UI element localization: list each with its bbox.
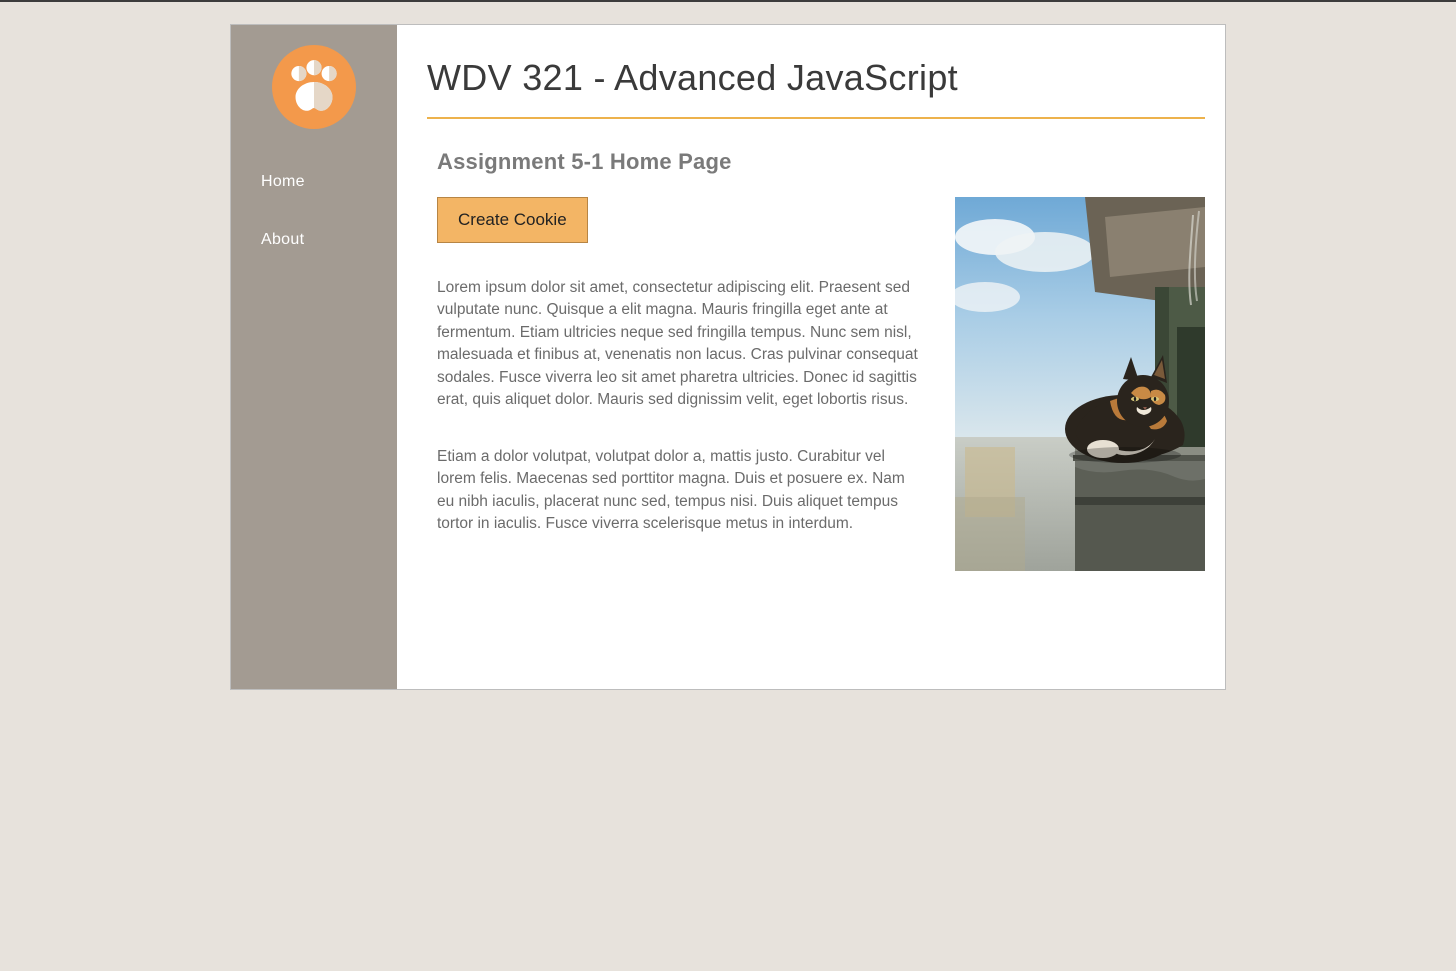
main-content: WDV 321 - Advanced JavaScript Assignment…: [397, 25, 1225, 689]
create-cookie-button[interactable]: Create Cookie: [437, 197, 588, 243]
paragraph-2: Etiam a dolor volutpat, volutpat dolor a…: [437, 446, 925, 536]
content-area: Assignment 5-1 Home Page Create Cookie L…: [427, 149, 1205, 571]
page-container: Home About WDV 321 - Advanced JavaScript…: [230, 24, 1226, 690]
logo-wrap: [231, 45, 397, 153]
cat-photo: [955, 197, 1205, 571]
top-strip: [0, 0, 1456, 2]
sidebar-item-label: Home: [261, 173, 305, 190]
two-column-layout: Create Cookie Lorem ipsum dolor sit amet…: [437, 197, 1205, 571]
image-column: [955, 197, 1205, 571]
sidebar: Home About: [231, 25, 397, 689]
title-divider: [427, 117, 1205, 119]
text-column: Create Cookie Lorem ipsum dolor sit amet…: [437, 197, 925, 536]
sidebar-item-home[interactable]: Home: [231, 153, 397, 211]
sidebar-item-label: About: [261, 231, 304, 248]
assignment-title: Assignment 5-1 Home Page: [437, 149, 1205, 175]
sidebar-item-about[interactable]: About: [231, 211, 397, 269]
paragraph-1: Lorem ipsum dolor sit amet, consectetur …: [437, 277, 925, 412]
page-title: WDV 321 - Advanced JavaScript: [427, 51, 1205, 117]
paw-logo-icon: [272, 45, 356, 129]
